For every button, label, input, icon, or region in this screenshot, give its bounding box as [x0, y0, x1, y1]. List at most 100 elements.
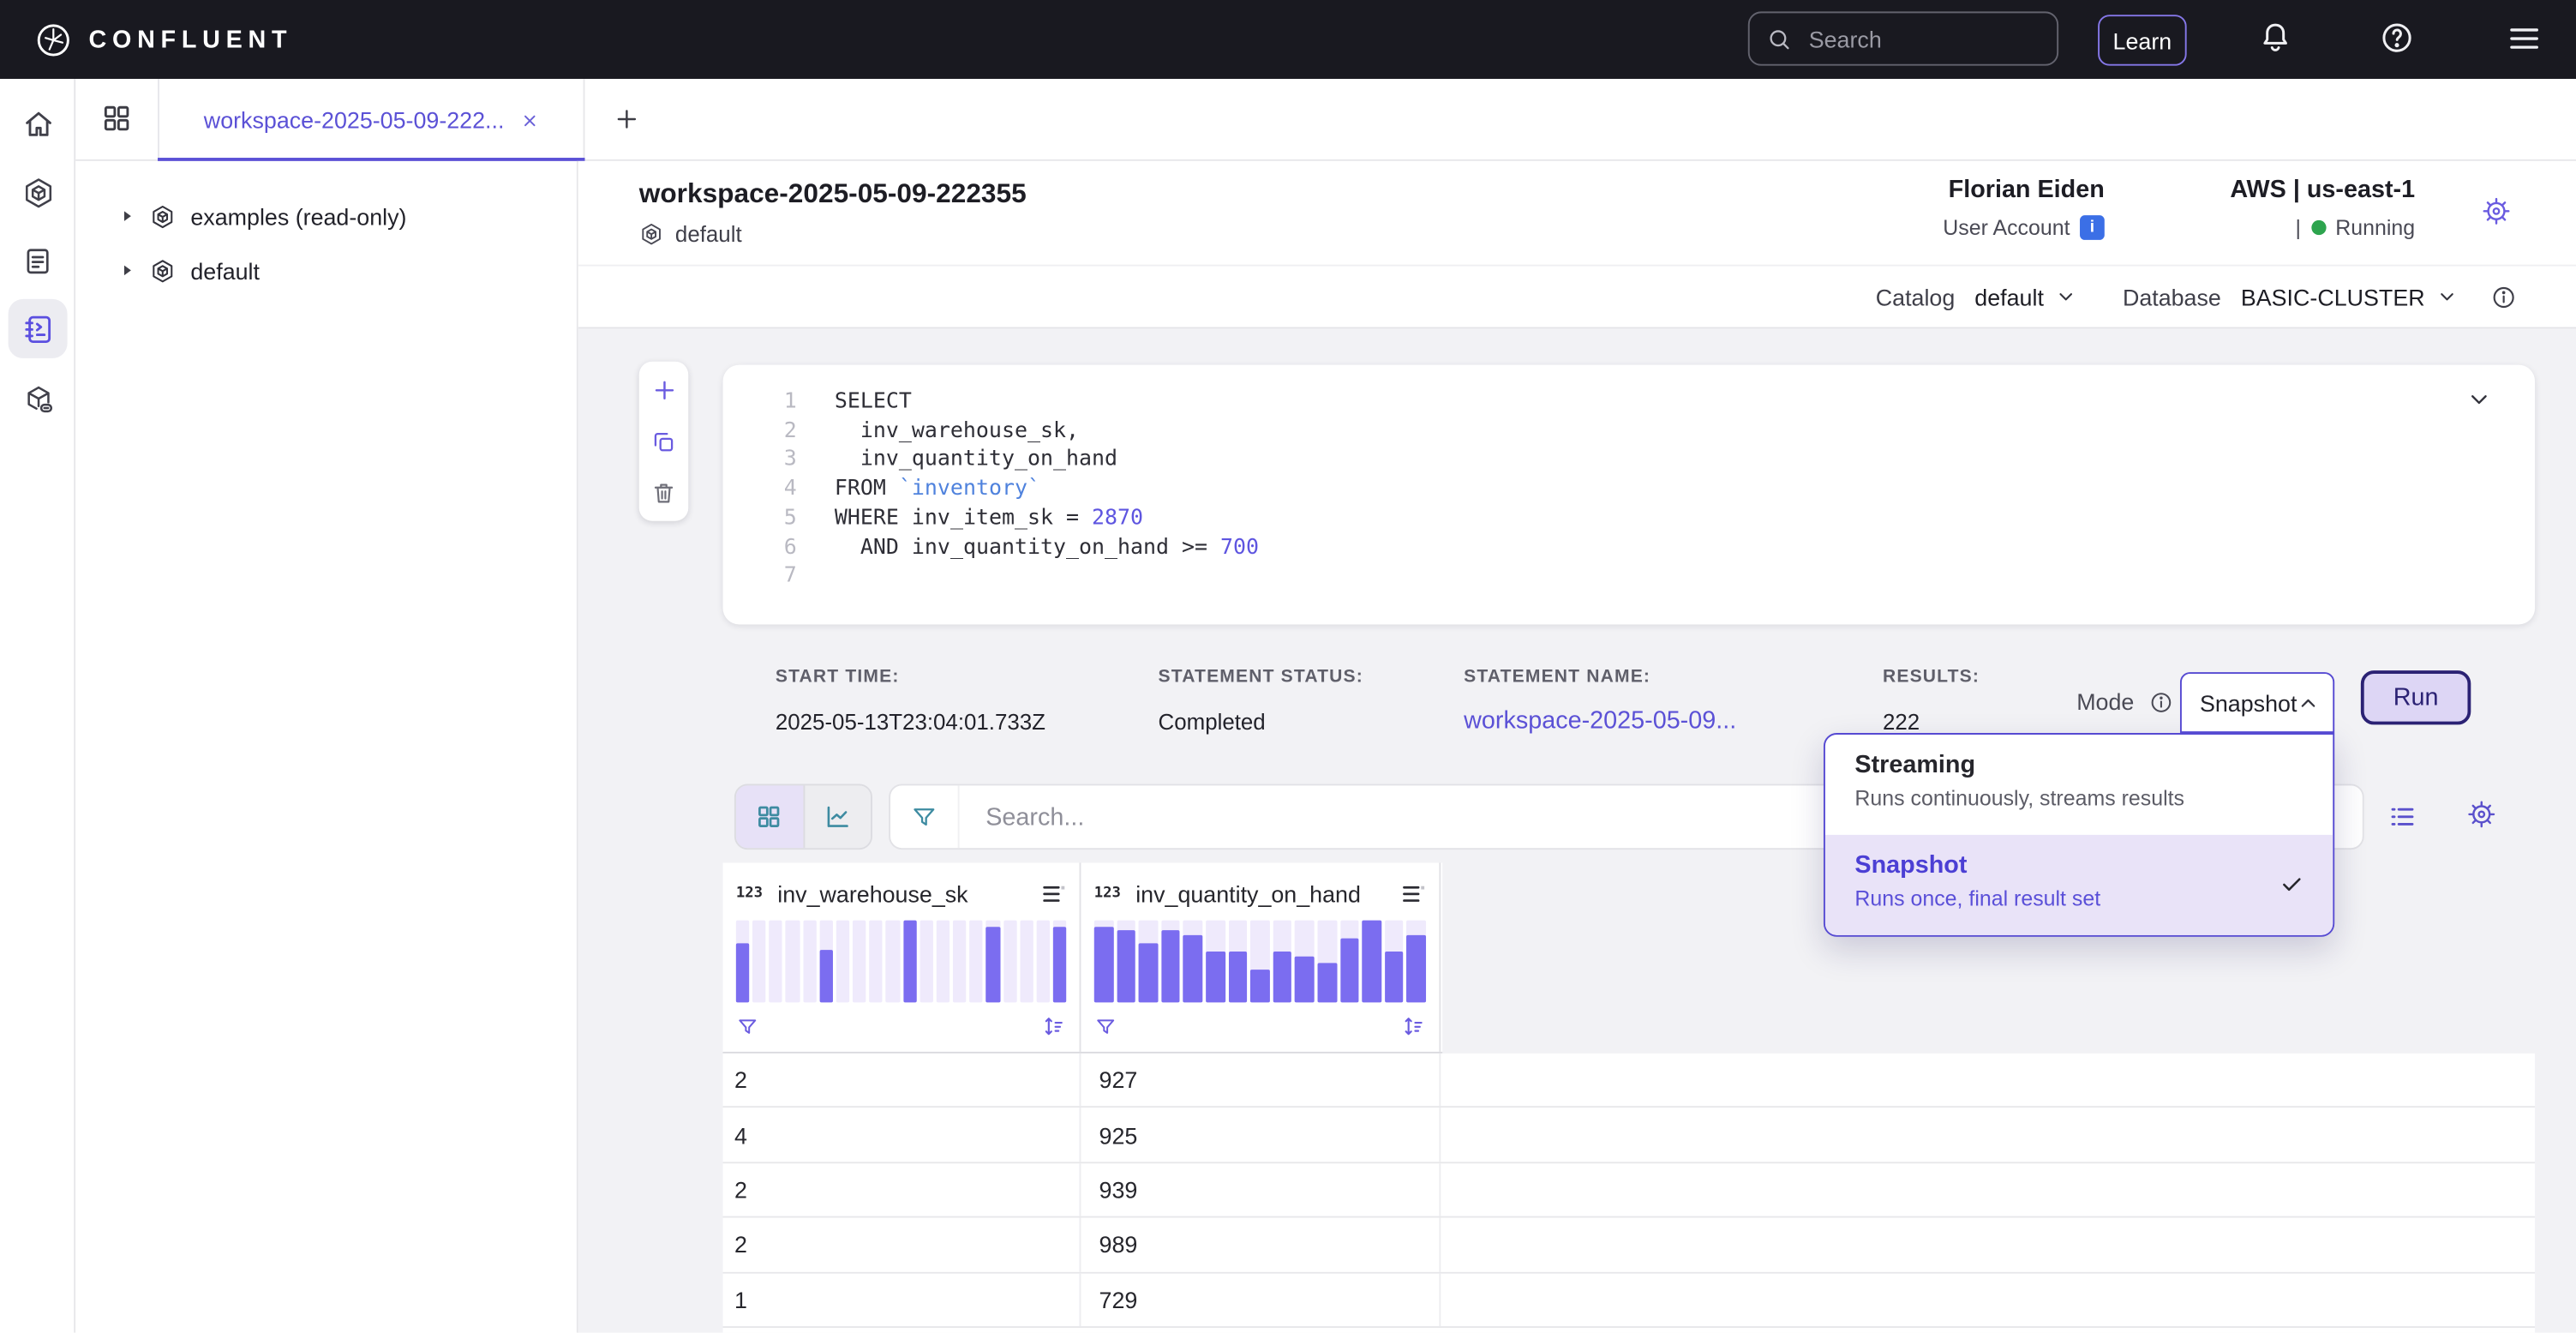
cell-inv-warehouse-sk: 2	[723, 1218, 1081, 1271]
info-badge[interactable]: i	[2080, 215, 2105, 240]
search-icon	[1766, 26, 1793, 52]
sql-workspaces-icon[interactable]	[9, 299, 68, 358]
mode-option-snapshot[interactable]: SnapshotRuns once, final result set	[1825, 835, 2333, 935]
principal-block: Florian Eiden User Account i	[1943, 176, 2105, 240]
running-status-dot	[2311, 220, 2326, 235]
run-button[interactable]: Run	[2361, 670, 2471, 724]
close-tab-icon[interactable]	[521, 111, 539, 129]
tree-item[interactable]: default	[75, 243, 577, 297]
sql-code[interactable]: 1SELECT2 inv_warehouse_sk,3 inv_quantity…	[723, 387, 1260, 591]
histogram-bar	[1139, 943, 1158, 1002]
new-tab-button[interactable]	[613, 105, 641, 134]
column-header-inv_warehouse_sk: 123inv_warehouse_sk	[723, 862, 1081, 1051]
table-row[interactable]: 2989	[723, 1218, 2536, 1273]
mode-select[interactable]: Snapshot	[2180, 672, 2334, 733]
row-list-icon[interactable]	[2387, 802, 2417, 832]
workspace-settings-gear-icon[interactable]	[2481, 195, 2512, 226]
help-icon[interactable]	[2379, 20, 2415, 56]
column-footer	[736, 1014, 1066, 1039]
histogram-slot	[1317, 921, 1336, 1003]
check-icon	[2279, 871, 2305, 898]
chart-view-button[interactable]	[802, 785, 871, 848]
add-cell-plus-icon[interactable]	[650, 376, 678, 405]
home-icon[interactable]	[9, 93, 68, 153]
catalog-select[interactable]: default	[1974, 284, 2076, 310]
principal-type: User Account	[1943, 215, 2070, 240]
caret-right-icon[interactable]	[120, 208, 135, 223]
cell-filler	[1441, 1273, 2535, 1326]
line-number: 2	[723, 417, 797, 446]
table-row[interactable]: 2927	[723, 1054, 2536, 1108]
column-filter-funnel-icon[interactable]	[1094, 1015, 1117, 1038]
filter-funnel-icon[interactable]	[890, 785, 960, 848]
column-sort-icon[interactable]	[1041, 1014, 1066, 1039]
global-search-input[interactable]	[1806, 24, 2040, 54]
histogram-slot	[752, 921, 766, 1003]
tree-item[interactable]: examples (read-only)	[75, 189, 577, 243]
histogram-slot	[920, 921, 933, 1003]
tab-workspace[interactable]: workspace-2025-05-09-222...	[158, 79, 584, 161]
workspace-canvas: 1SELECT2 inv_warehouse_sk,3 inv_quantity…	[578, 328, 2576, 1332]
status-field-value: 2025-05-13T23:04:01.733Z	[776, 710, 1159, 735]
histogram-slot	[1183, 921, 1202, 1003]
database-value: BASIC-CLUSTER	[2241, 284, 2425, 310]
results-settings-gear-icon[interactable]	[2466, 799, 2497, 830]
histogram-slot	[1385, 921, 1404, 1003]
cell-filler	[1441, 1218, 2535, 1271]
mode-option-streaming[interactable]: StreamingRuns continuously, streams resu…	[1825, 735, 2333, 835]
histogram-slot	[1250, 921, 1269, 1003]
integrations-box-link-icon[interactable]	[9, 369, 68, 429]
histogram-bar	[1161, 929, 1180, 1002]
mode-info-icon[interactable]	[2149, 690, 2174, 715]
environment-hex-icon	[149, 257, 176, 284]
delete-cell-trash-icon[interactable]	[650, 480, 677, 507]
cell-inv-quantity-on-hand: 729	[1081, 1273, 1441, 1326]
global-search[interactable]	[1748, 11, 2058, 65]
environments-icon[interactable]	[9, 163, 68, 222]
code-line: 3 inv_quantity_on_hand	[723, 446, 1260, 475]
confluent-logo[interactable]: CONFLUENT	[34, 21, 292, 59]
histogram-slot	[870, 921, 884, 1003]
code-line: 1SELECT	[723, 387, 1260, 417]
line-number: 4	[723, 475, 797, 504]
database-select[interactable]: BASIC-CLUSTER	[2241, 284, 2458, 310]
mode-dropdown-menu: StreamingRuns continuously, streams resu…	[1824, 733, 2334, 937]
caret-right-icon[interactable]	[120, 263, 135, 278]
tab-label: workspace-2025-05-09-222...	[204, 107, 505, 134]
status-field-label: RESULTS:	[1883, 667, 2146, 687]
view-toggle	[734, 784, 872, 850]
histogram-bar	[1407, 935, 1426, 1003]
notifications-bell-icon[interactable]	[2257, 20, 2293, 56]
column-menu-icon[interactable]	[1399, 881, 1426, 908]
table-row[interactable]: 1729	[723, 1273, 2536, 1328]
column-sort-icon[interactable]	[1401, 1014, 1426, 1039]
duplicate-cell-copy-icon[interactable]	[650, 429, 677, 455]
hamburger-menu-icon[interactable]	[2506, 20, 2543, 57]
workspaces-grid-icon[interactable]	[100, 102, 133, 135]
statement-name-link[interactable]: workspace-2025-05-09...	[1464, 706, 1883, 735]
statements-doc-icon[interactable]	[9, 231, 68, 291]
column-menu-icon[interactable]	[1040, 881, 1067, 908]
histogram-bar	[1295, 956, 1314, 1003]
column-histogram	[736, 921, 1066, 1003]
grid-view-button[interactable]	[736, 785, 803, 848]
sql-token: AND	[835, 535, 912, 560]
workspace-header: workspace-2025-05-09-222355 default Flor…	[578, 161, 2576, 265]
code-text: inv_quantity_on_hand	[835, 446, 1117, 475]
column-name-row: 123inv_warehouse_sk	[736, 873, 1066, 916]
sql-token: WHERE	[835, 506, 912, 531]
learn-button[interactable]: Learn	[2098, 15, 2187, 65]
histogram-slot	[770, 921, 783, 1003]
line-number: 7	[723, 562, 797, 591]
column-filter-funnel-icon[interactable]	[736, 1015, 759, 1038]
table-row[interactable]: 2939	[723, 1163, 2536, 1218]
line-number: 3	[723, 446, 797, 475]
sql-editor[interactable]: 1SELECT2 inv_warehouse_sk,3 inv_quantity…	[723, 365, 2536, 625]
database-info-icon[interactable]	[2490, 284, 2517, 310]
column-name-row: 123inv_quantity_on_hand	[1094, 873, 1426, 916]
histogram-slot	[1339, 921, 1358, 1003]
table-row[interactable]: 4925	[723, 1108, 2536, 1163]
cell-mini-toolbar	[639, 362, 689, 521]
histogram-slot	[1117, 921, 1135, 1003]
collapse-editor-chevron-icon[interactable]	[2466, 387, 2493, 413]
